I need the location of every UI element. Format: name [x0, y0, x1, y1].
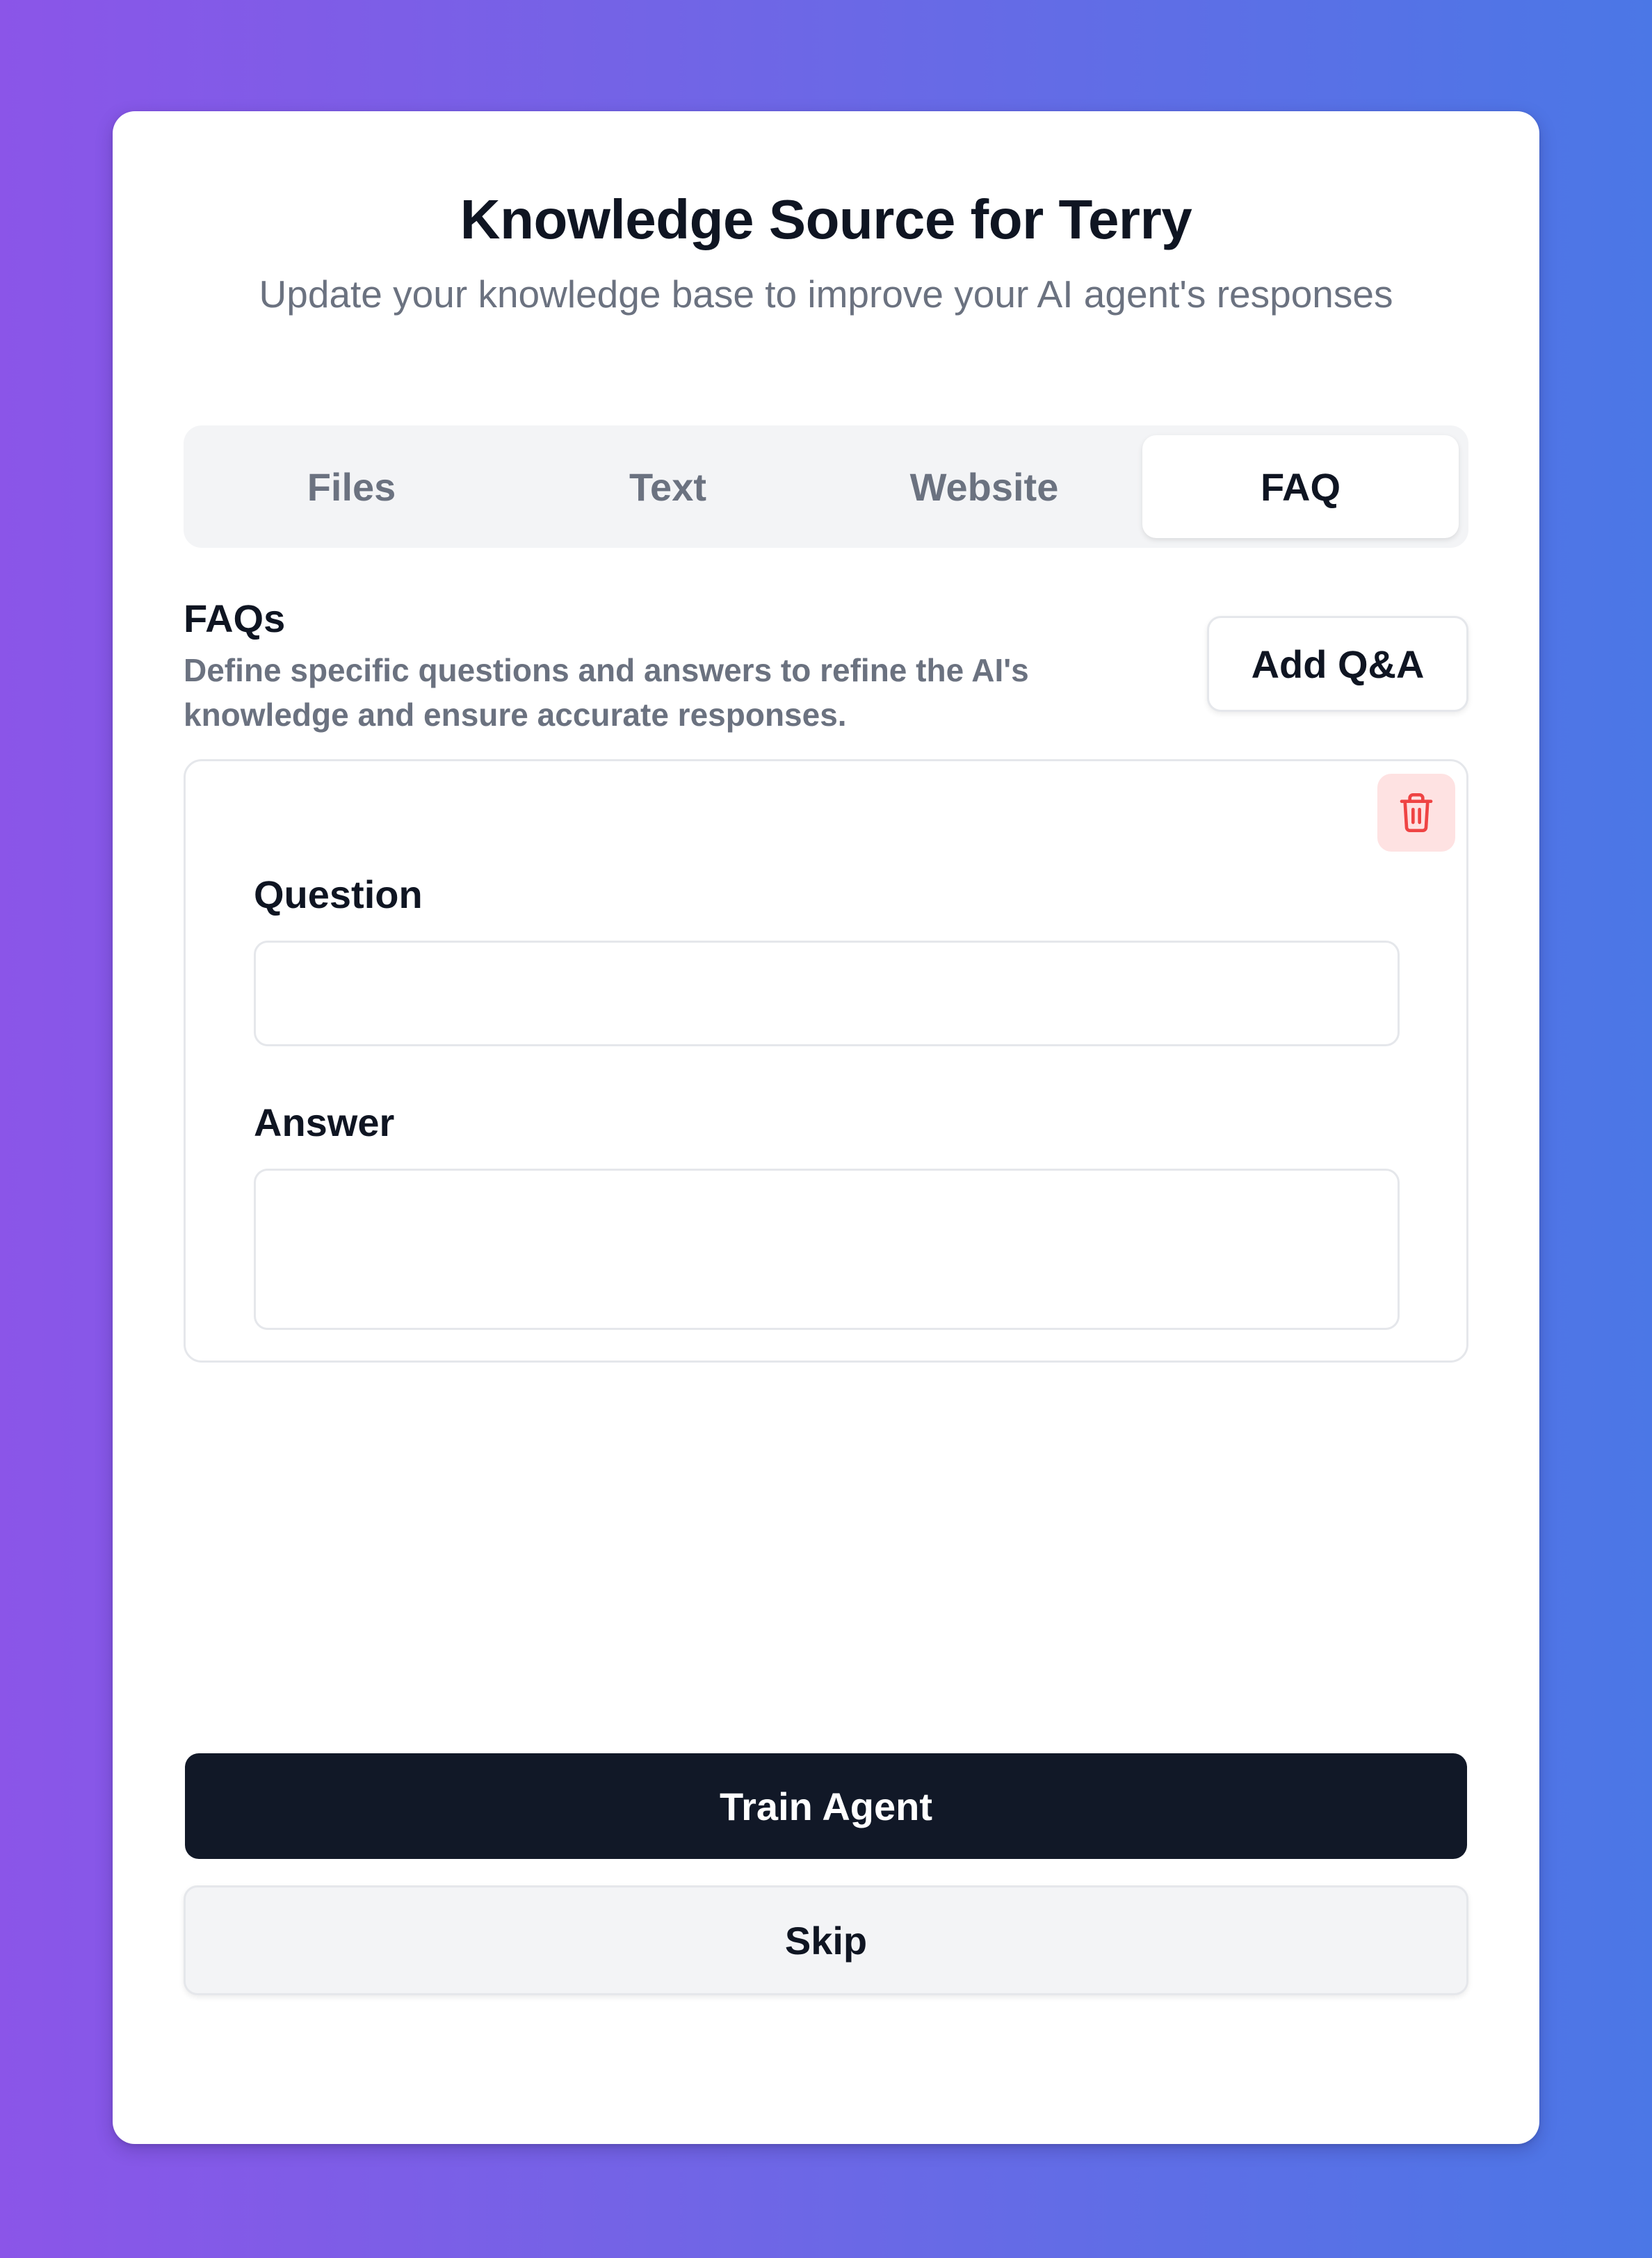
- question-input[interactable]: [254, 941, 1400, 1046]
- answer-label: Answer: [254, 1100, 395, 1144]
- page-title: Knowledge Source for Terry: [460, 188, 1192, 250]
- question-label: Question: [254, 872, 423, 916]
- add-qa-button[interactable]: Add Q&A: [1207, 616, 1468, 712]
- tab-faq[interactable]: FAQ: [1142, 435, 1459, 538]
- delete-qa-button[interactable]: [1377, 774, 1455, 852]
- skip-button[interactable]: Skip: [184, 1885, 1468, 1995]
- qa-item: Question Answer: [184, 759, 1468, 1363]
- tab-website[interactable]: Website: [826, 435, 1142, 538]
- train-agent-button[interactable]: Train Agent: [185, 1753, 1467, 1859]
- tab-files[interactable]: Files: [193, 435, 510, 538]
- knowledge-source-card: Knowledge Source for Terry Update your k…: [113, 111, 1539, 2144]
- faq-heading: FAQs: [184, 596, 286, 640]
- page-subtitle: Update your knowledge base to improve yo…: [259, 273, 1393, 316]
- source-tabs: Files Text Website FAQ: [184, 425, 1468, 548]
- answer-textarea[interactable]: [254, 1169, 1400, 1330]
- tab-text[interactable]: Text: [510, 435, 826, 538]
- faq-description: Define specific questions and answers to…: [184, 652, 1029, 733]
- trash-icon: [1400, 793, 1433, 832]
